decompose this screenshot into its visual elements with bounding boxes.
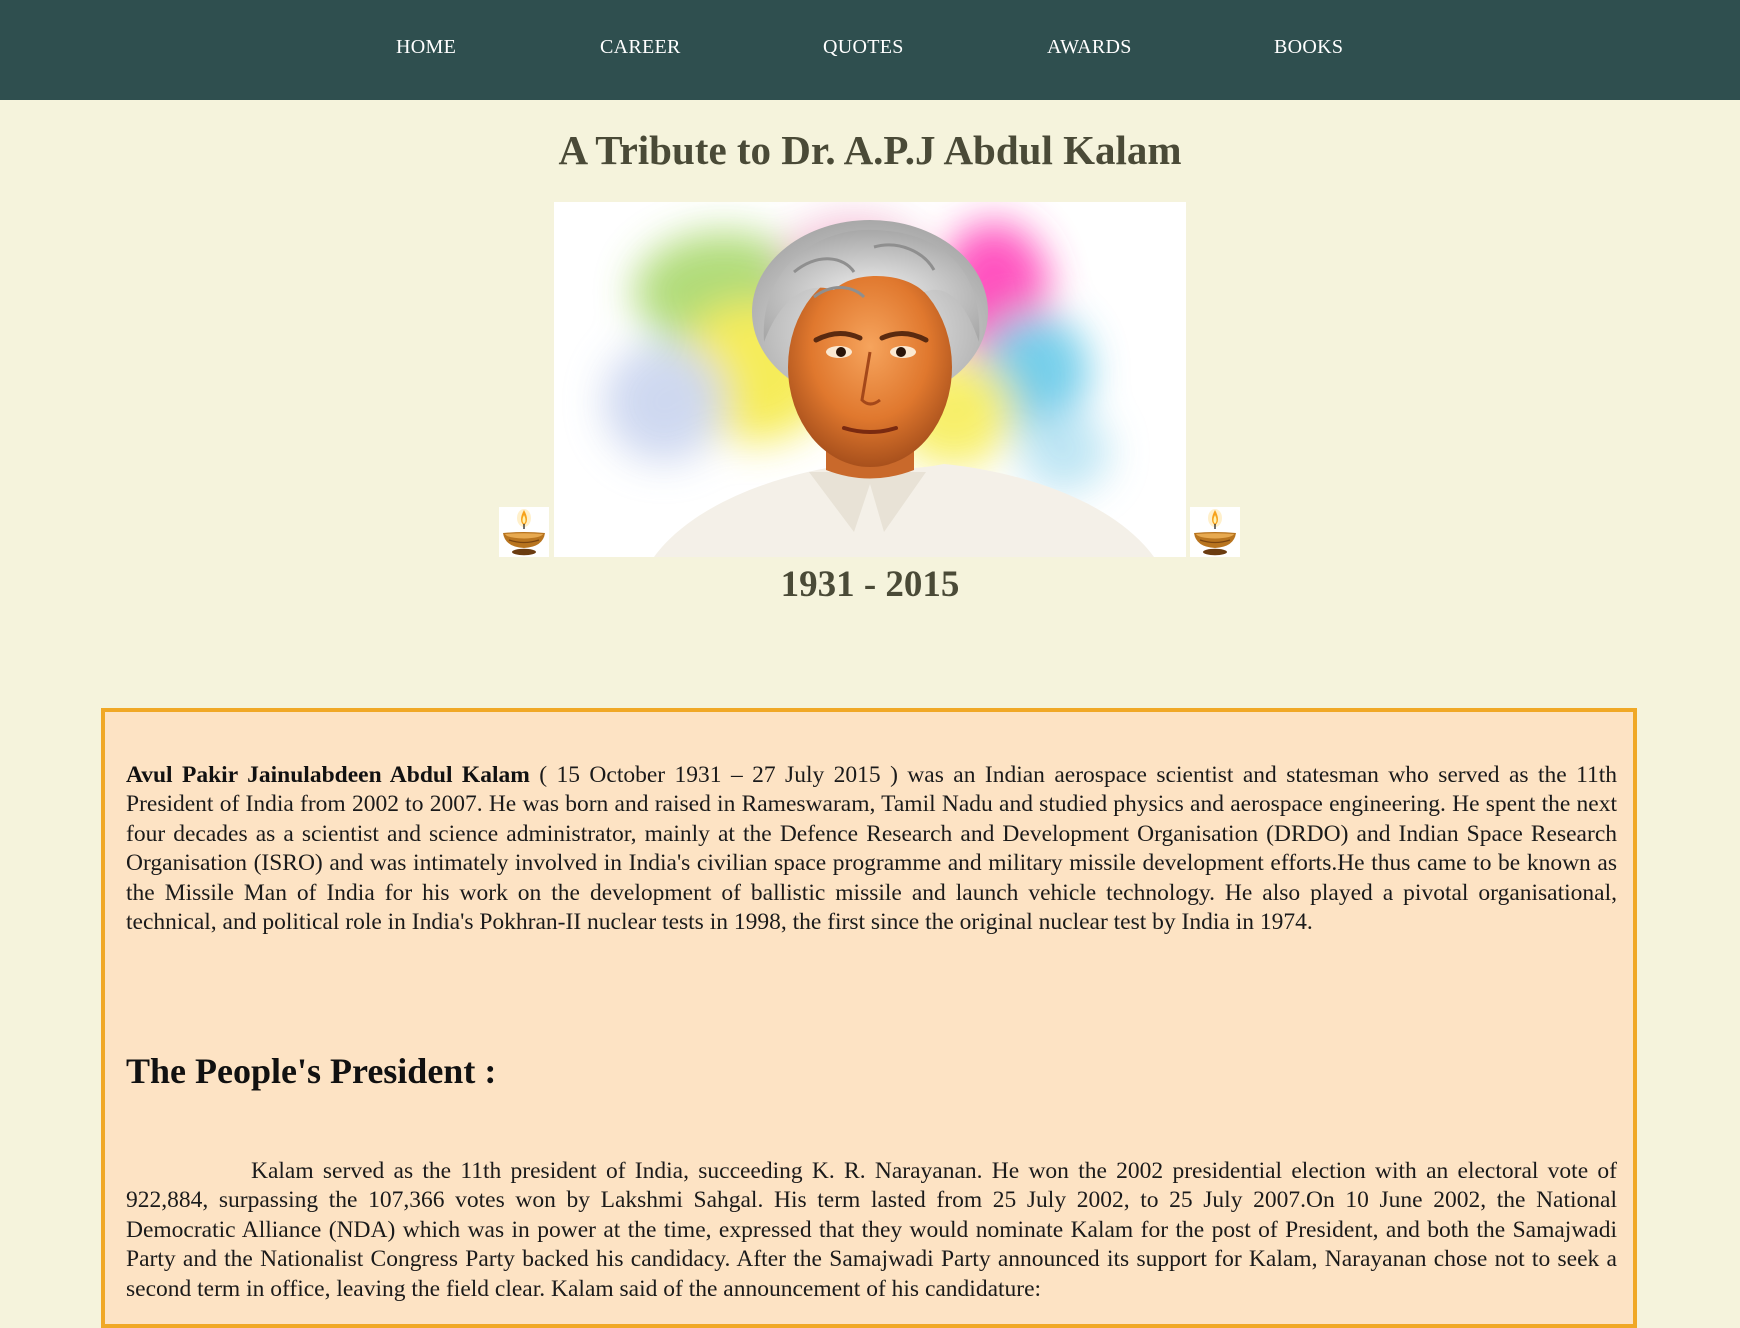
nav-home[interactable]: HOME — [396, 36, 456, 59]
page-title: A Tribute to Dr. A.P.J Abdul Kalam — [558, 127, 1182, 173]
top-navbar: HOME CAREER QUOTES AWARDS BOOKS — [0, 0, 1740, 100]
nav-books[interactable]: BOOKS — [1274, 36, 1343, 59]
full-name: Avul Pakir Jainulabdeen Abdul Kalam — [126, 762, 530, 788]
kalam-portrait-image — [554, 202, 1186, 557]
nav-career[interactable]: CAREER — [600, 36, 681, 59]
section-heading-peoples-president: The People's President : — [126, 1051, 497, 1091]
biography-paragraph: Avul Pakir Jainulabdeen Abdul Kalam ( 15… — [126, 761, 1617, 937]
presidency-paragraph: Kalam served as the 11th president of In… — [126, 1158, 1617, 1302]
life-years: 1931 - 2015 — [780, 564, 960, 605]
nav-awards[interactable]: AWARDS — [1047, 36, 1132, 59]
diya-lamp-right-icon — [1190, 507, 1240, 557]
nav-quotes[interactable]: QUOTES — [823, 36, 904, 59]
diya-lamp-left-icon — [499, 507, 549, 557]
biography-box: Avul Pakir Jainulabdeen Abdul Kalam ( 15… — [101, 708, 1637, 1328]
